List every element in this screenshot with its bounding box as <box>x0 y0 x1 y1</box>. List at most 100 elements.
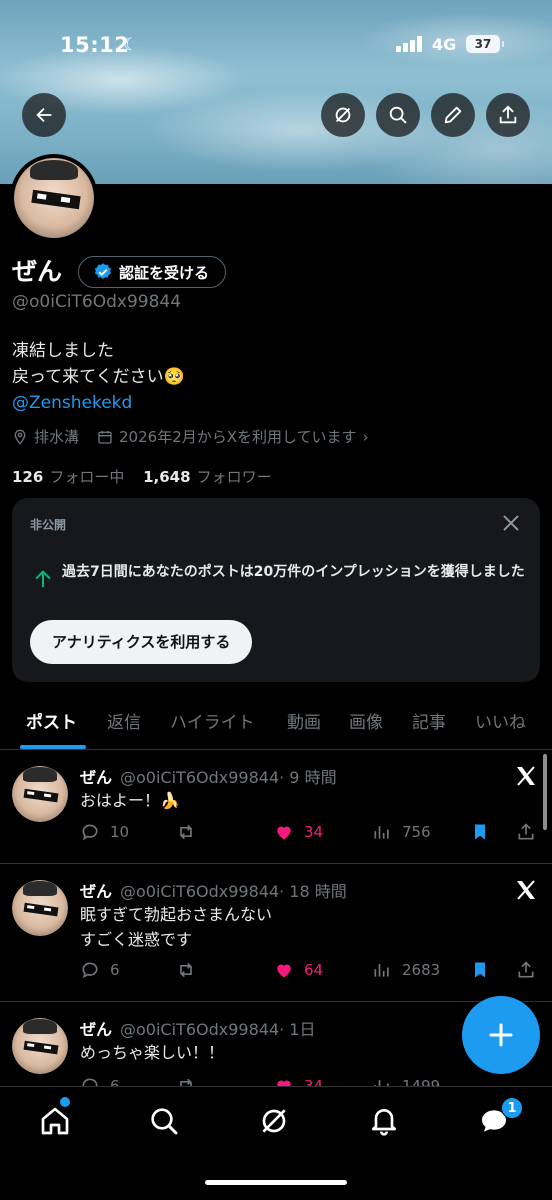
bio-link[interactable]: @Zenshekekd <box>12 390 185 416</box>
like-button[interactable]: 64 <box>274 960 323 980</box>
post-item[interactable]: ぜん @o0iCiT6Odx99844· 9 時間 おはよー！🍌 10 34 75… <box>0 752 552 864</box>
views-button[interactable]: 756 <box>372 822 431 842</box>
post-author-handle: @o0iCiT6Odx99844 <box>120 882 280 901</box>
heart-icon <box>277 964 291 978</box>
nav-grok[interactable] <box>258 1105 290 1137</box>
reply-icon <box>82 824 98 841</box>
grok-icon <box>262 1109 286 1133</box>
bio-line: 凍結しました <box>12 341 114 361</box>
bell-icon <box>372 1109 396 1136</box>
profile-avatar[interactable] <box>10 154 98 242</box>
battery-icon: 37 <box>466 35 504 53</box>
nav-home[interactable] <box>39 1105 71 1137</box>
post-time: · 18 時間 <box>279 882 347 901</box>
nav-search[interactable] <box>148 1105 180 1137</box>
profile-meta: 排水溝 2026年2月からXを利用しています › <box>12 426 369 447</box>
post-actions: 10 34 756 <box>80 822 540 846</box>
post-text: おはよー！🍌 <box>80 788 180 813</box>
joined-text[interactable]: 2026年2月からXを利用しています <box>119 426 357 447</box>
reply-button[interactable]: 10 <box>80 822 129 842</box>
reply-icon <box>82 962 98 979</box>
tab-highlights[interactable]: ハイライト <box>170 708 255 733</box>
back-button[interactable] <box>22 93 66 137</box>
like-button[interactable]: 34 <box>274 822 323 842</box>
search-button[interactable] <box>376 93 420 137</box>
tab-photos[interactable]: 画像 <box>349 708 383 733</box>
verified-badge-icon <box>94 263 111 279</box>
following-count: 126 <box>12 468 44 486</box>
view-count: 2683 <box>402 961 441 979</box>
followers-label: フォロワー <box>196 468 272 486</box>
follow-stats: 126 フォロー中 1,648 フォロワー <box>12 466 272 487</box>
post-header: ぜん @o0iCiT6Odx99844· 18 時間 <box>80 878 347 902</box>
repost-icon <box>180 962 192 978</box>
tab-replies[interactable]: 返信 <box>107 708 141 733</box>
analytics-icon <box>374 964 389 977</box>
views-button[interactable]: 1499 <box>372 1076 440 1086</box>
tab-posts[interactable]: ポスト <box>26 708 77 733</box>
post-text-line: すごく迷惑です <box>80 930 193 949</box>
search-icon <box>151 1108 178 1135</box>
post-item[interactable]: ぜん @o0iCiT6Odx99844· 18 時間 眠すぎて勃起おさまんない す… <box>0 864 552 1002</box>
repost-button[interactable] <box>176 1076 206 1086</box>
reply-count: 6 <box>110 1077 120 1086</box>
post-avatar[interactable] <box>12 1018 68 1074</box>
pencil-icon <box>444 106 462 124</box>
tab-articles[interactable]: 記事 <box>412 708 446 733</box>
followers-count: 1,648 <box>143 468 191 486</box>
moon-icon: ☾ <box>123 35 139 55</box>
share-post-button[interactable] <box>516 822 546 842</box>
post-header: ぜん @o0iCiT6Odx99844· 1日 <box>80 1016 315 1040</box>
post-avatar[interactable] <box>12 766 68 822</box>
like-button[interactable]: 34 <box>274 1076 323 1086</box>
reply-button[interactable]: 6 <box>80 1076 120 1086</box>
tab-videos[interactable]: 動画 <box>287 708 321 733</box>
like-count: 34 <box>304 1077 324 1086</box>
home-icon <box>41 1107 69 1135</box>
reply-count: 10 <box>110 823 130 841</box>
impressions-card: 非公開 過去7日間にあなたのポストは20万件のインプレッションを獲得しました ア… <box>12 498 540 682</box>
following-link[interactable]: 126 フォロー中 <box>12 468 124 486</box>
profile-name: ぜん <box>12 257 63 286</box>
analytics-icon <box>374 1080 389 1086</box>
repost-button[interactable] <box>176 960 206 980</box>
compose-button[interactable] <box>462 996 540 1074</box>
like-count: 34 <box>304 823 324 841</box>
profile-handle: @o0iCiT6Odx99844 <box>12 292 182 312</box>
post-author-name: ぜん <box>80 882 113 901</box>
heart-icon <box>277 826 291 840</box>
share-icon <box>499 105 517 124</box>
close-icon[interactable] <box>500 512 522 534</box>
analytics-button[interactable]: アナリティクスを利用する <box>30 620 253 664</box>
grok-button[interactable] <box>321 93 365 137</box>
calendar-icon <box>98 430 112 444</box>
post-text-line: おはよー！🍌 <box>80 791 180 810</box>
repost-button[interactable] <box>176 822 206 842</box>
share-post-button[interactable] <box>516 960 546 980</box>
bookmark-button[interactable] <box>470 822 500 842</box>
home-indicator <box>205 1180 347 1185</box>
get-verified-button[interactable]: 認証を受ける <box>78 256 227 288</box>
followers-link[interactable]: 1,648 フォロワー <box>143 468 271 486</box>
search-icon <box>389 106 407 124</box>
active-tab-indicator <box>20 745 86 749</box>
tab-likes[interactable]: いいね <box>475 708 526 733</box>
status-bar: 15:12 ☾ 4G 37 <box>0 30 552 60</box>
view-count: 1499 <box>402 1077 441 1086</box>
share-button[interactable] <box>486 93 530 137</box>
location-icon <box>14 429 26 445</box>
post-text: 眠すぎて勃起おさまんない すごく迷惑です <box>80 902 272 952</box>
arrow-up-icon <box>35 570 51 588</box>
post-header: ぜん @o0iCiT6Odx99844· 9 時間 <box>80 764 337 788</box>
post-author-name: ぜん <box>80 1020 113 1039</box>
nav-notifications[interactable] <box>368 1105 400 1137</box>
reply-button[interactable]: 6 <box>80 960 120 980</box>
post-author-handle: @o0iCiT6Odx99844 <box>120 768 280 787</box>
post-avatar[interactable] <box>12 880 68 936</box>
profile-bio: 凍結しました 戻って来てください🥺 @Zenshekekd <box>12 338 185 416</box>
edit-button[interactable] <box>431 93 475 137</box>
post-text-line: 眠すぎて勃起おさまんない <box>80 905 273 924</box>
bookmark-button[interactable] <box>470 960 500 980</box>
network-type: 4G <box>432 35 457 54</box>
views-button[interactable]: 2683 <box>372 960 440 980</box>
